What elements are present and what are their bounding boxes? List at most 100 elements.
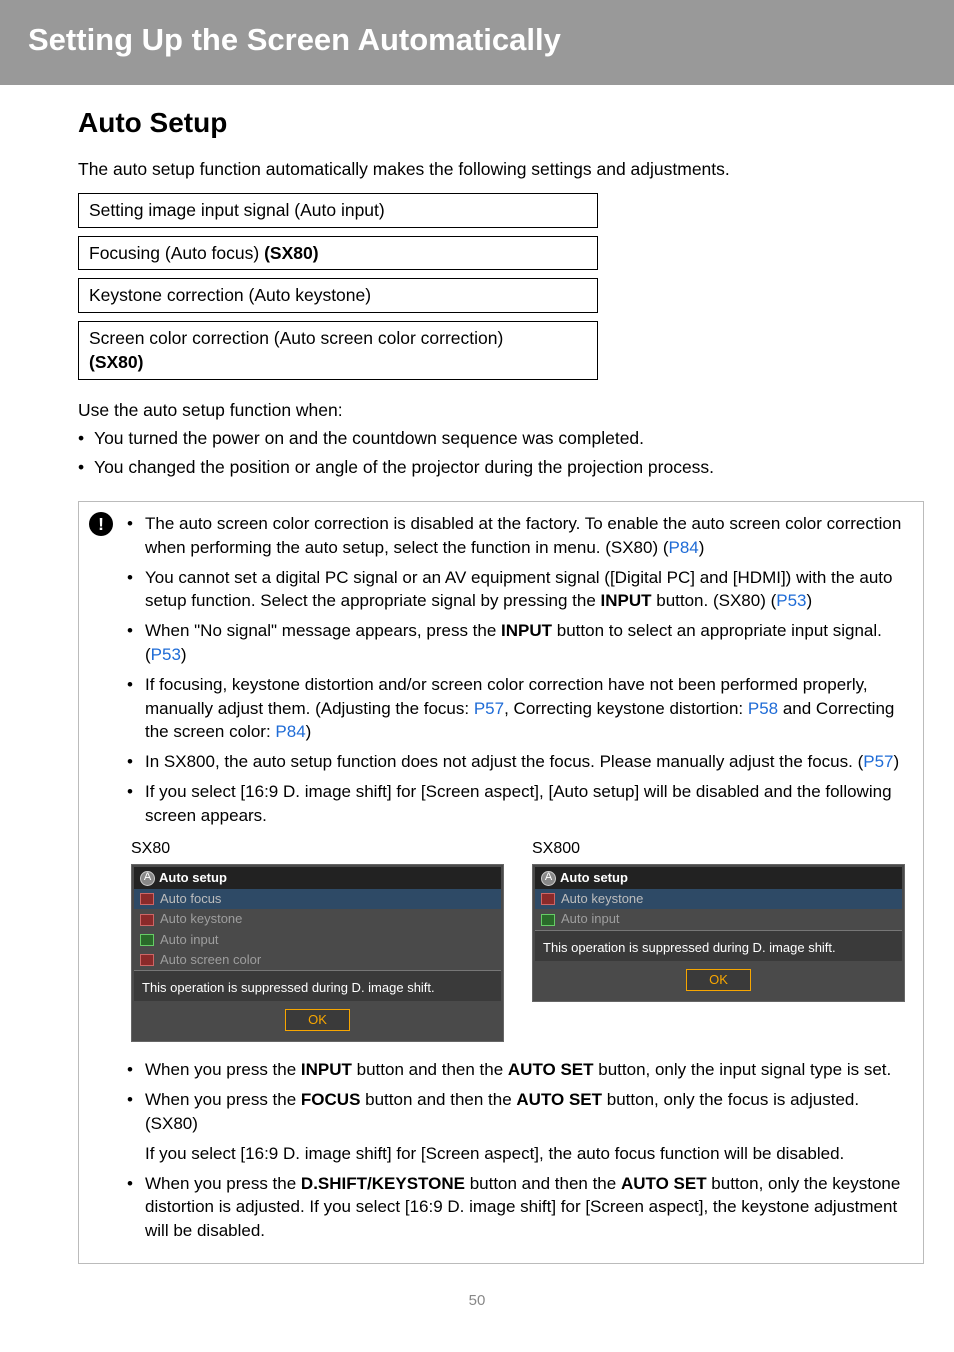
note-text: ) [181,645,187,664]
note-list-lower: When you press the INPUT button and then… [127,1058,905,1243]
osd-item-label: Auto keystone [561,890,643,908]
osd-item-label: Auto input [160,931,219,949]
note-text: ) [699,538,705,557]
button-name: AUTO SET [508,1060,594,1079]
osd-title-text: Auto setup [560,869,628,887]
badge-a-icon: A [541,871,556,886]
note-text: ) [893,752,899,771]
button-name: D.SHIFT/KEYSTONE [301,1174,465,1193]
note-text: , Correcting keystone distortion: [504,699,748,718]
note-item: When you press the FOCUS button and then… [127,1088,905,1136]
note-text: button and then the [352,1060,508,1079]
setting-box-screen-color: Screen color correction (Auto screen col… [78,321,598,380]
box-text: Focusing (Auto focus) [89,243,264,263]
note-text: button and then the [360,1090,516,1109]
osd-item-label: Auto keystone [160,910,242,928]
input-icon [541,914,555,926]
setting-box-auto-input: Setting image input signal (Auto input) [78,193,598,228]
note-continuation: If you select [16:9 D. image shift] for … [127,1142,905,1166]
page-number: 50 [30,1290,924,1311]
note-text: button and then the [465,1174,621,1193]
screen-label: SX800 [532,838,905,860]
note-list: The auto screen color correction is disa… [127,512,905,828]
note-item: The auto screen color correction is disa… [127,512,905,560]
page-link[interactable]: P84 [275,722,305,741]
keystone-icon [541,893,555,905]
setting-box-auto-focus: Focusing (Auto focus) (SX80) [78,236,598,271]
osd-title: A Auto setup [535,867,902,889]
page-header: Setting Up the Screen Automatically [0,0,954,85]
osd-message: This operation is suppressed during D. i… [535,930,902,961]
model-tag: (SX80) [264,243,318,263]
osd-title: A Auto setup [134,867,501,889]
keystone-icon [140,914,154,926]
button-name: INPUT [501,621,552,640]
osd-dialog: A Auto setup Auto keystone Auto input Th… [532,864,905,1002]
note-text: When you press the [145,1060,301,1079]
osd-item: Auto focus [134,889,501,909]
screen-label: SX80 [131,838,504,860]
note-item: When you press the INPUT button and then… [127,1058,905,1082]
badge-a-icon: A [140,871,155,886]
osd-title-text: Auto setup [159,869,227,887]
osd-item: Auto input [134,930,501,950]
osd-dialog: A Auto setup Auto focus Auto keystone Au… [131,864,504,1042]
list-item: You changed the position or angle of the… [78,455,924,480]
list-item: You turned the power on and the countdow… [78,426,924,451]
setting-box-auto-keystone: Keystone correction (Auto keystone) [78,278,598,313]
note-item: In SX800, the auto setup function does n… [127,750,905,774]
button-name: INPUT [301,1060,352,1079]
note-text: When you press the [145,1174,301,1193]
screen-sx800: SX800 A Auto setup Auto keystone Auto in… [532,838,905,1043]
page-link[interactable]: P57 [863,752,893,771]
note-item: You cannot set a digital PC signal or an… [127,566,905,614]
when-to-use-list: You turned the power on and the countdow… [78,426,924,479]
osd-ok-wrap: OK [134,1001,501,1039]
osd-ok-wrap: OK [535,961,902,999]
page-link[interactable]: P84 [669,538,699,557]
note-text: ) [807,591,813,610]
intro-paragraph: The auto setup function automatically ma… [78,157,924,182]
note-item: When you press the D.SHIFT/KEYSTONE butt… [127,1172,905,1243]
page-link[interactable]: P53 [776,591,806,610]
content: Auto Setup The auto setup function autom… [0,103,954,1351]
note-item: When "No signal" message appears, press … [127,619,905,667]
note-text: ) [306,722,312,741]
screen-color-icon [140,954,154,966]
osd-ok-button[interactable]: OK [285,1009,350,1031]
note-text: When "No signal" message appears, press … [145,621,501,640]
alert-icon: ! [89,512,113,536]
note-block: ! The auto screen color correction is di… [78,501,924,1264]
button-name: AUTO SET [516,1090,602,1109]
screenshots-row: SX80 A Auto setup Auto focus Auto keysto… [131,838,905,1043]
osd-item-label: Auto screen color [160,951,261,969]
note-text: When you press the [145,1090,301,1109]
note-text: button, only the input signal type is se… [594,1060,892,1079]
osd-item: Auto screen color [134,950,501,970]
note-item: If focusing, keystone distortion and/or … [127,673,905,744]
osd-ok-button[interactable]: OK [686,969,751,991]
box-line1: Screen color correction (Auto screen col… [89,326,587,351]
page-link[interactable]: P53 [151,645,181,664]
lead-text: Use the auto setup function when: [78,398,924,423]
page-link[interactable]: P57 [474,699,504,718]
osd-item-label: Auto input [561,910,620,928]
note-text: The auto screen color correction is disa… [145,514,901,557]
osd-message: This operation is suppressed during D. i… [134,970,501,1001]
osd-item: Auto keystone [535,889,902,909]
page-link[interactable]: P58 [748,699,778,718]
button-name: FOCUS [301,1090,361,1109]
button-name: INPUT [601,591,652,610]
screen-sx80: SX80 A Auto setup Auto focus Auto keysto… [131,838,504,1043]
osd-item: Auto keystone [134,909,501,929]
button-name: AUTO SET [621,1174,707,1193]
section-title: Auto Setup [78,103,924,142]
note-text: In SX800, the auto setup function does n… [145,752,863,771]
box-line2-model: (SX80) [89,350,587,375]
focus-icon [140,893,154,905]
note-text: button. (SX80) ( [652,591,777,610]
osd-item: Auto input [535,909,902,929]
input-icon [140,934,154,946]
note-item: If you select [16:9 D. image shift] for … [127,780,905,828]
osd-item-label: Auto focus [160,890,221,908]
